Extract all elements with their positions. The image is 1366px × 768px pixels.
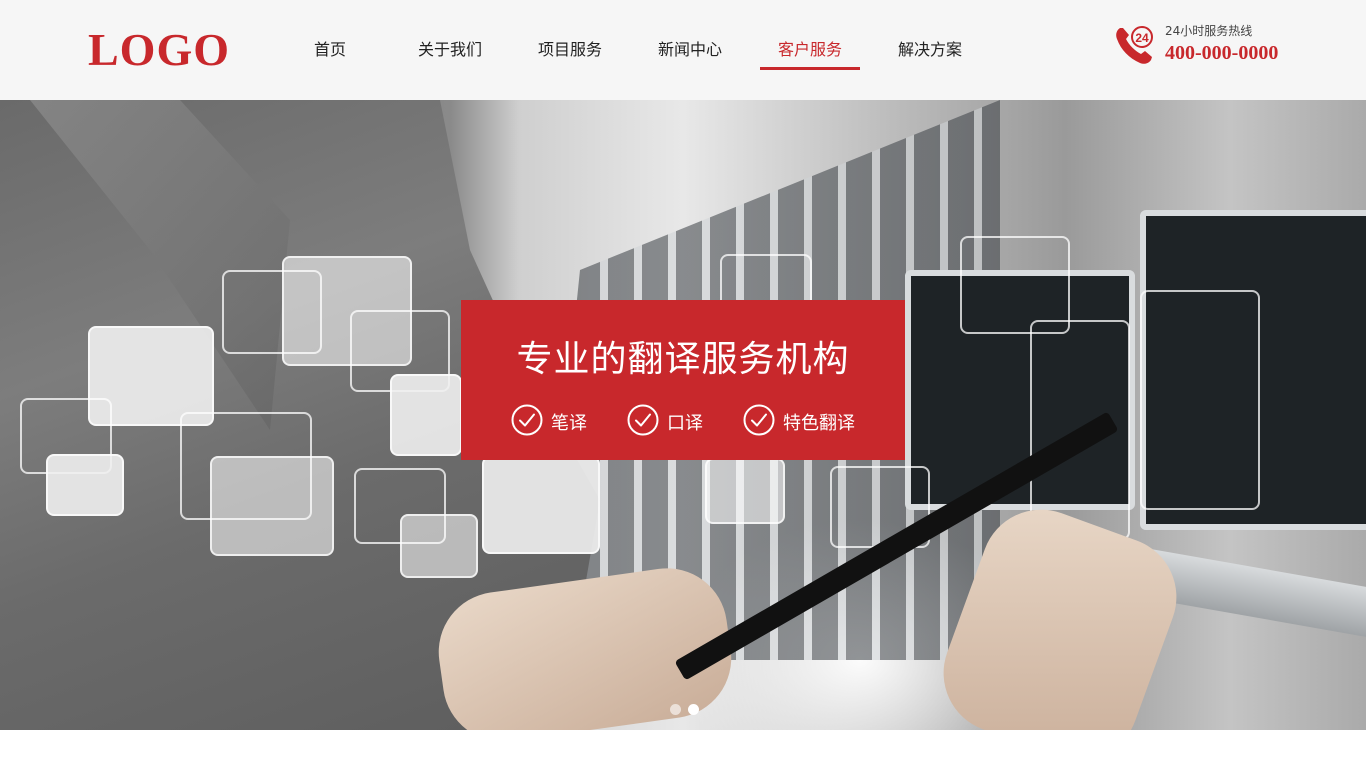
site-header: LOGO 首页 关于我们 项目服务 新闻中心 客户服务 解决方案 24 24小时… [0, 0, 1366, 100]
glass-tile [705, 458, 785, 524]
logo[interactable]: LOGO [88, 24, 230, 76]
glass-tile [210, 456, 334, 556]
slider-dot-1[interactable] [670, 704, 681, 715]
glass-tile [390, 374, 462, 456]
check-circle-icon [511, 404, 543, 436]
feature-label: 笔译 [551, 413, 587, 434]
phone-24-icon: 24 [1116, 26, 1153, 64]
hotline-label: 24小时服务热线 [1165, 24, 1253, 38]
slider-dot-2[interactable] [688, 704, 699, 715]
feature-label: 口译 [667, 413, 703, 434]
nav-item-customer-service[interactable]: 客户服务 [750, 0, 870, 100]
nav-item-solutions[interactable]: 解决方案 [870, 0, 990, 100]
hotline: 24 24小时服务热线 400-000-0000 [1114, 22, 1304, 72]
glass-tile [482, 456, 600, 554]
keyboard-image [1150, 548, 1366, 642]
nav-item-home[interactable]: 首页 [270, 0, 390, 100]
hero-banner[interactable]: 专业的翻译服务机构 笔译 口译 特色翻译 [0, 100, 1366, 730]
nav-item-news[interactable]: 新闻中心 [630, 0, 750, 100]
svg-text:24: 24 [1135, 31, 1149, 45]
slider-pagination [670, 704, 710, 716]
glass-tile [1140, 290, 1260, 510]
glass-tile [400, 514, 478, 578]
nav-item-projects[interactable]: 项目服务 [510, 0, 630, 100]
check-circle-icon [743, 404, 775, 436]
glass-tile [46, 454, 124, 516]
check-circle-icon [627, 404, 659, 436]
feature-label: 特色翻译 [783, 413, 855, 434]
promo-title: 专业的翻译服务机构 [516, 339, 850, 380]
nav-item-about[interactable]: 关于我们 [390, 0, 510, 100]
promo-box: 专业的翻译服务机构 笔译 口译 特色翻译 [461, 300, 905, 460]
hotline-number[interactable]: 400-000-0000 [1165, 42, 1278, 65]
